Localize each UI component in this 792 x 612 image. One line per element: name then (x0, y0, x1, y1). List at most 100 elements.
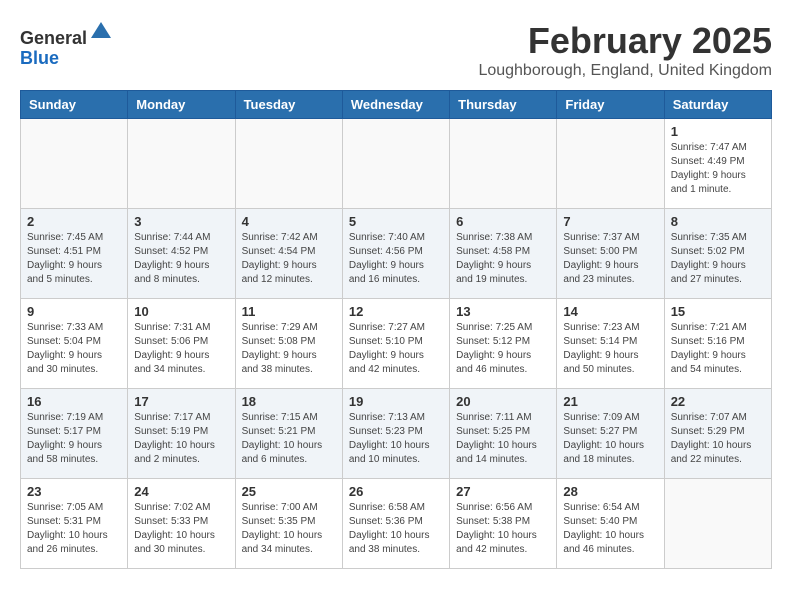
calendar-cell: 2 Sunrise: 7:45 AM Sunset: 4:51 PM Daylig… (21, 209, 128, 299)
month-title: February 2025 (478, 20, 772, 62)
day-number: 25 (242, 484, 336, 499)
day-number: 7 (563, 214, 657, 229)
day-number: 22 (671, 394, 765, 409)
day-info: Sunrise: 7:29 AM Sunset: 5:08 PM Dayligh… (242, 321, 336, 377)
calendar-cell: 16 Sunrise: 7:19 AM Sunset: 5:17 PM Dayli… (21, 389, 128, 479)
calendar-cell: 24Sunrise: 7:02 AM Sunset: 5:33 PM Dayli… (128, 479, 235, 569)
calendar-week-4: 16 Sunrise: 7:19 AM Sunset: 5:17 PM Dayli… (21, 389, 772, 479)
calendar-week-1: 1Sunrise: 7:47 AM Sunset: 4:49 PM Daylig… (21, 119, 772, 209)
day-number: 8 (671, 214, 765, 229)
day-number: 16 (27, 394, 121, 409)
calendar-cell: 9 Sunrise: 7:33 AM Sunset: 5:04 PM Daylig… (21, 299, 128, 389)
calendar-cell: 26 Sunrise: 6:58 AM Sunset: 5:36 PM Dayli… (342, 479, 449, 569)
day-info: Sunrise: 6:54 AM Sunset: 5:40 PM Dayligh… (563, 501, 657, 557)
day-number: 4 (242, 214, 336, 229)
day-number: 5 (349, 214, 443, 229)
calendar-week-3: 9 Sunrise: 7:33 AM Sunset: 5:04 PM Daylig… (21, 299, 772, 389)
logo: General Blue (20, 20, 113, 69)
calendar-cell: 28 Sunrise: 6:54 AM Sunset: 5:40 PM Dayli… (557, 479, 664, 569)
day-info: Sunrise: 7:25 AM Sunset: 5:12 PM Dayligh… (456, 321, 550, 377)
day-number: 21 (563, 394, 657, 409)
day-number: 18 (242, 394, 336, 409)
calendar-cell: 13 Sunrise: 7:25 AM Sunset: 5:12 PM Dayli… (450, 299, 557, 389)
calendar-cell (450, 119, 557, 209)
calendar-cell (21, 119, 128, 209)
day-number: 14 (563, 304, 657, 319)
day-number: 28 (563, 484, 657, 499)
calendar-cell: 19 Sunrise: 7:13 AM Sunset: 5:23 PM Dayli… (342, 389, 449, 479)
day-info: Sunrise: 7:13 AM Sunset: 5:23 PM Dayligh… (349, 411, 443, 467)
calendar-cell (235, 119, 342, 209)
day-number: 19 (349, 394, 443, 409)
logo-general: General (20, 28, 87, 48)
calendar-cell: 22 Sunrise: 7:07 AM Sunset: 5:29 PM Dayli… (664, 389, 771, 479)
calendar-cell: 8 Sunrise: 7:35 AM Sunset: 5:02 PM Daylig… (664, 209, 771, 299)
calendar-cell: 15Sunrise: 7:21 AM Sunset: 5:16 PM Dayli… (664, 299, 771, 389)
calendar-cell (664, 479, 771, 569)
calendar-cell: 7 Sunrise: 7:37 AM Sunset: 5:00 PM Daylig… (557, 209, 664, 299)
calendar-cell: 1Sunrise: 7:47 AM Sunset: 4:49 PM Daylig… (664, 119, 771, 209)
calendar-cell: 5 Sunrise: 7:40 AM Sunset: 4:56 PM Daylig… (342, 209, 449, 299)
day-info: Sunrise: 6:56 AM Sunset: 5:38 PM Dayligh… (456, 501, 550, 557)
calendar-header-row: SundayMondayTuesdayWednesdayThursdayFrid… (21, 91, 772, 119)
day-number: 9 (27, 304, 121, 319)
day-number: 12 (349, 304, 443, 319)
day-info: Sunrise: 7:23 AM Sunset: 5:14 PM Dayligh… (563, 321, 657, 377)
calendar-cell: 14 Sunrise: 7:23 AM Sunset: 5:14 PM Dayli… (557, 299, 664, 389)
calendar-cell: 17 Sunrise: 7:17 AM Sunset: 5:19 PM Dayli… (128, 389, 235, 479)
calendar-cell: 20 Sunrise: 7:11 AM Sunset: 5:25 PM Dayli… (450, 389, 557, 479)
col-header-sunday: Sunday (21, 91, 128, 119)
day-number: 6 (456, 214, 550, 229)
day-info: Sunrise: 7:07 AM Sunset: 5:29 PM Dayligh… (671, 411, 765, 467)
day-info: Sunrise: 7:27 AM Sunset: 5:10 PM Dayligh… (349, 321, 443, 377)
col-header-saturday: Saturday (664, 91, 771, 119)
day-number: 26 (349, 484, 443, 499)
day-number: 2 (27, 214, 121, 229)
day-info: Sunrise: 7:11 AM Sunset: 5:25 PM Dayligh… (456, 411, 550, 467)
col-header-tuesday: Tuesday (235, 91, 342, 119)
day-info: Sunrise: 7:09 AM Sunset: 5:27 PM Dayligh… (563, 411, 657, 467)
page-header: General Blue February 2025 Loughborough,… (20, 20, 772, 80)
day-info: Sunrise: 7:45 AM Sunset: 4:51 PM Dayligh… (27, 231, 121, 287)
calendar-cell: 12 Sunrise: 7:27 AM Sunset: 5:10 PM Dayli… (342, 299, 449, 389)
day-number: 13 (456, 304, 550, 319)
calendar-cell: 11 Sunrise: 7:29 AM Sunset: 5:08 PM Dayli… (235, 299, 342, 389)
day-info: Sunrise: 7:05 AM Sunset: 5:31 PM Dayligh… (27, 501, 121, 557)
calendar-cell: 3 Sunrise: 7:44 AM Sunset: 4:52 PM Daylig… (128, 209, 235, 299)
day-number: 17 (134, 394, 228, 409)
calendar-cell (342, 119, 449, 209)
day-info: Sunrise: 7:02 AM Sunset: 5:33 PM Dayligh… (134, 501, 228, 557)
day-info: Sunrise: 7:31 AM Sunset: 5:06 PM Dayligh… (134, 321, 228, 377)
calendar-cell: 21 Sunrise: 7:09 AM Sunset: 5:27 PM Dayli… (557, 389, 664, 479)
calendar-table: SundayMondayTuesdayWednesdayThursdayFrid… (20, 90, 772, 569)
day-info: Sunrise: 7:33 AM Sunset: 5:04 PM Dayligh… (27, 321, 121, 377)
day-number: 20 (456, 394, 550, 409)
day-info: Sunrise: 7:21 AM Sunset: 5:16 PM Dayligh… (671, 321, 765, 377)
day-info: Sunrise: 7:44 AM Sunset: 4:52 PM Dayligh… (134, 231, 228, 287)
day-info: Sunrise: 7:37 AM Sunset: 5:00 PM Dayligh… (563, 231, 657, 287)
day-info: Sunrise: 7:38 AM Sunset: 4:58 PM Dayligh… (456, 231, 550, 287)
day-info: Sunrise: 6:58 AM Sunset: 5:36 PM Dayligh… (349, 501, 443, 557)
day-info: Sunrise: 7:19 AM Sunset: 5:17 PM Dayligh… (27, 411, 121, 467)
calendar-cell: 4 Sunrise: 7:42 AM Sunset: 4:54 PM Daylig… (235, 209, 342, 299)
col-header-thursday: Thursday (450, 91, 557, 119)
day-info: Sunrise: 7:47 AM Sunset: 4:49 PM Dayligh… (671, 141, 765, 197)
col-header-monday: Monday (128, 91, 235, 119)
logo-icon (89, 20, 113, 44)
day-info: Sunrise: 7:17 AM Sunset: 5:19 PM Dayligh… (134, 411, 228, 467)
calendar-cell: 27Sunrise: 6:56 AM Sunset: 5:38 PM Dayli… (450, 479, 557, 569)
day-info: Sunrise: 7:40 AM Sunset: 4:56 PM Dayligh… (349, 231, 443, 287)
col-header-wednesday: Wednesday (342, 91, 449, 119)
calendar-cell: 25 Sunrise: 7:00 AM Sunset: 5:35 PM Dayli… (235, 479, 342, 569)
calendar-cell: 23Sunrise: 7:05 AM Sunset: 5:31 PM Dayli… (21, 479, 128, 569)
calendar-cell (128, 119, 235, 209)
day-info: Sunrise: 7:42 AM Sunset: 4:54 PM Dayligh… (242, 231, 336, 287)
logo-blue: Blue (20, 48, 59, 68)
calendar-week-5: 23Sunrise: 7:05 AM Sunset: 5:31 PM Dayli… (21, 479, 772, 569)
day-info: Sunrise: 7:15 AM Sunset: 5:21 PM Dayligh… (242, 411, 336, 467)
day-info: Sunrise: 7:35 AM Sunset: 5:02 PM Dayligh… (671, 231, 765, 287)
day-info: Sunrise: 7:00 AM Sunset: 5:35 PM Dayligh… (242, 501, 336, 557)
calendar-cell: 10Sunrise: 7:31 AM Sunset: 5:06 PM Dayli… (128, 299, 235, 389)
day-number: 3 (134, 214, 228, 229)
day-number: 11 (242, 304, 336, 319)
